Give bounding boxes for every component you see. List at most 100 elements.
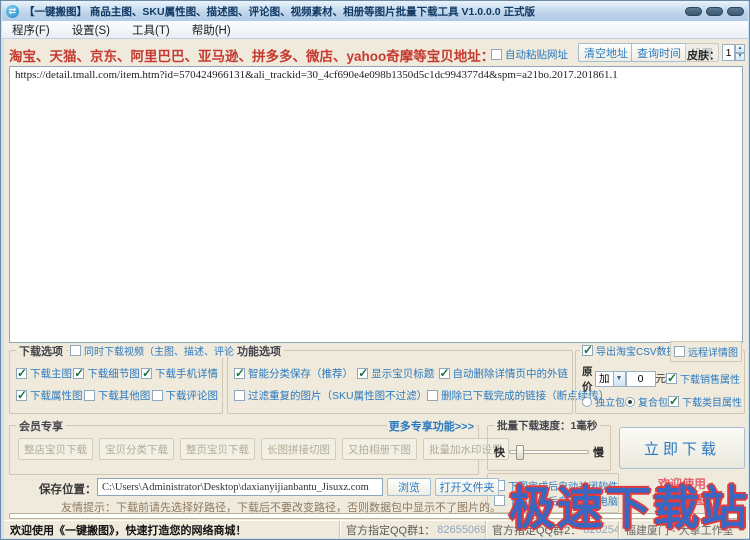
query-time-button[interactable]: 查询时间 [631, 43, 687, 62]
filter-duplicate-checkbox[interactable]: 过滤重复的图片（SKU属性图不过滤） [234, 388, 427, 403]
smart-save-label: 智能分类保存（推荐） [248, 366, 353, 381]
shutdown-pc-after-label: 下图完成后自动关闭电脑 [508, 493, 618, 508]
checkbox-icon [141, 368, 152, 379]
combo-package-radio[interactable]: 复合包 [625, 394, 668, 409]
remove-external-links-label: 自动删除详情页中的外链 [453, 366, 569, 381]
brand-pink-text: 一键搬图 [619, 491, 745, 508]
whole-page-download-button[interactable]: 整页宝贝下载 [180, 438, 255, 460]
auto-paste-label: 自动粘贴网址 [505, 47, 568, 62]
remove-external-links-checkbox[interactable]: 自动删除详情页中的外链 [439, 366, 569, 381]
speed-legend: 批量下载速度：1毫秒 [494, 418, 600, 433]
menu-bar: 程序(F) 设置(S) 工具(T) 帮助(H) [2, 21, 748, 39]
whole-store-download-button[interactable]: 整店宝贝下载 [18, 438, 93, 460]
speed-group: 批量下载速度：1毫秒 快 慢 [487, 425, 611, 471]
menu-program[interactable]: 程序(F) [12, 22, 50, 38]
window-controls [685, 7, 744, 16]
save-path-text: C:\Users\Administrator\Desktop\daxianyij… [102, 482, 369, 493]
skin-label: 皮肤： [687, 47, 720, 63]
chevron-down-icon: ▼ [613, 372, 625, 386]
title-bar: ⇄ 【一键搬图】 商品主图、SKU属性图、描述图、评论图、视频素材、相册等图片批… [2, 1, 748, 21]
after-download-rows: 下图完成后自动关闭软件 下图完成后自动关闭电脑 [494, 477, 614, 509]
price-op-select[interactable]: 加 ▼ [595, 371, 626, 387]
browse-button[interactable]: 浏览 [387, 478, 431, 496]
skin-spinner[interactable]: ▲ ▼ [722, 44, 745, 61]
url-text: https://detail.tmall.com/item.htm?id=570… [15, 69, 618, 81]
slider-thumb[interactable] [516, 445, 524, 460]
url-input-area[interactable]: https://detail.tmall.com/item.htm?id=570… [9, 66, 743, 343]
radio-icon [625, 397, 635, 407]
menu-help[interactable]: 帮助(H) [192, 22, 231, 38]
dl-mobile-detail-checkbox[interactable]: 下载手机详情 [141, 366, 218, 381]
checkbox-icon [70, 345, 81, 356]
auto-paste-checkbox[interactable]: 自动粘贴网址 [491, 47, 568, 62]
dl-comment-image-checkbox[interactable]: 下载评论图 [152, 388, 219, 403]
long-image-slice-button[interactable]: 长图拼接切图 [261, 438, 336, 460]
dl-main-image-checkbox[interactable]: 下载主图 [16, 366, 72, 381]
download-options-legend: 下载选项 [16, 343, 66, 359]
upyun-album-download-button[interactable]: 又拍相册下图 [342, 438, 417, 460]
qq2-label: 官方指定QQ群2： [492, 522, 581, 538]
dl-attr-image-checkbox[interactable]: 下载属性图 [16, 388, 83, 403]
checkbox-icon [152, 390, 163, 401]
member-buttons-row: 整店宝贝下载 宝贝分类下载 整页宝贝下载 长图拼接切图 又拍相册下图 批量加水印… [18, 438, 472, 460]
app-window: ⇄ 【一键搬图】 商品主图、SKU属性图、描述图、评论图、视频素材、相册等图片批… [0, 0, 750, 540]
price-value-input[interactable] [626, 371, 656, 387]
save-path-input[interactable]: C:\Users\Administrator\Desktop\daxianyij… [97, 478, 383, 496]
show-title-checkbox[interactable]: 显示宝贝标题 [357, 366, 434, 381]
dl-detail-image-checkbox[interactable]: 下载细节图 [73, 366, 140, 381]
qq1-label: 官方指定QQ群1： [346, 522, 435, 538]
sales-attr-checkbox[interactable]: 下载销售属性 [666, 371, 740, 386]
checkbox-icon [674, 346, 685, 357]
app-icon: ⇄ [6, 5, 19, 18]
status-bar: 欢迎使用《一键搬图》，快速打造您的网络商城！ 官方指定QQ群1： 8265506… [4, 520, 748, 538]
maximize-button[interactable] [706, 7, 723, 16]
fast-label: 快 [494, 444, 505, 460]
window-title: 【一键搬图】 商品主图、SKU属性图、描述图、评论图、视频素材、相册等图片批量下… [24, 4, 685, 19]
spinner-down-icon[interactable]: ▼ [735, 53, 745, 62]
status-qq1: 官方指定QQ群1： 826550696 [340, 521, 486, 538]
close-app-after-checkbox[interactable]: 下图完成后自动关闭软件 [494, 478, 614, 493]
radio-icon [582, 397, 592, 407]
spinner-arrows: ▲ ▼ [735, 44, 745, 61]
category-download-button[interactable]: 宝贝分类下载 [99, 438, 174, 460]
checkbox-icon [234, 390, 245, 401]
menu-settings[interactable]: 设置(S) [72, 22, 110, 38]
price-unit-label: 元 [656, 371, 667, 386]
status-studio: 福建厦门 - 大拿工作室 [619, 521, 748, 538]
shutdown-pc-after-checkbox[interactable]: 下图完成后自动关闭电脑 [494, 493, 614, 508]
minimize-button[interactable] [685, 7, 702, 16]
remote-detail-checkbox[interactable]: 远程详情图 [670, 341, 742, 362]
menu-tools[interactable]: 工具(T) [132, 22, 170, 38]
category-attr-checkbox[interactable]: 下载类目属性 [668, 394, 742, 409]
single-package-radio[interactable]: 独立包 [582, 394, 625, 409]
checkbox-icon [357, 368, 368, 379]
close-app-after-label: 下图完成后自动关闭软件 [508, 478, 618, 493]
function-options-rows: 智能分类保存（推荐） 显示宝贝标题 自动删除详情页中的外链 过滤重复的图片（SK… [234, 359, 568, 410]
checkbox-icon [582, 345, 593, 356]
close-button[interactable] [727, 7, 744, 16]
category-attr-label: 下载类目属性 [682, 394, 742, 409]
spinner-up-icon[interactable]: ▲ [735, 44, 745, 53]
checkbox-icon [427, 390, 438, 401]
download-video-checkbox[interactable]: 同时下载视频（主图、描述、评论） [68, 343, 246, 358]
csv-export-panel: 导出淘宝CSV数据包 远程详情图 原价 加 ▼ 元 下载销售属性 [575, 350, 745, 414]
checkbox-icon [16, 390, 27, 401]
member-zone-group: 会员专享 更多专享功能>>> 整店宝贝下载 宝贝分类下载 整页宝贝下载 长图拼接… [9, 425, 479, 475]
dl-detail-image-label: 下载细节图 [87, 366, 140, 381]
download-now-button[interactable]: 立即下载 [619, 427, 745, 469]
show-title-label: 显示宝贝标题 [371, 366, 434, 381]
slider-track[interactable] [509, 450, 589, 454]
skin-value-input[interactable] [722, 44, 735, 61]
checkbox-icon [491, 49, 502, 60]
open-folder-button[interactable]: 打开文件夹 [435, 478, 499, 496]
price-label: 原价 [582, 364, 595, 394]
save-location-label: 保存位置： [39, 481, 97, 497]
dl-comment-image-label: 下载评论图 [166, 388, 219, 403]
status-qq2: 官方指定QQ群2： 826254173 [486, 521, 619, 538]
smart-save-checkbox[interactable]: 智能分类保存（推荐） [234, 366, 353, 381]
slow-label: 慢 [593, 444, 604, 460]
more-features-link[interactable]: 更多专享功能>>> [387, 418, 476, 434]
clear-address-button[interactable]: 清空地址 [578, 43, 634, 62]
main-content: 淘宝、天猫、京东、阿里巴巴、亚马逊、拼多多、微店、yahoo奇摩等宝贝地址： 自… [4, 39, 748, 538]
dl-other-image-checkbox[interactable]: 下载其他图 [84, 388, 151, 403]
